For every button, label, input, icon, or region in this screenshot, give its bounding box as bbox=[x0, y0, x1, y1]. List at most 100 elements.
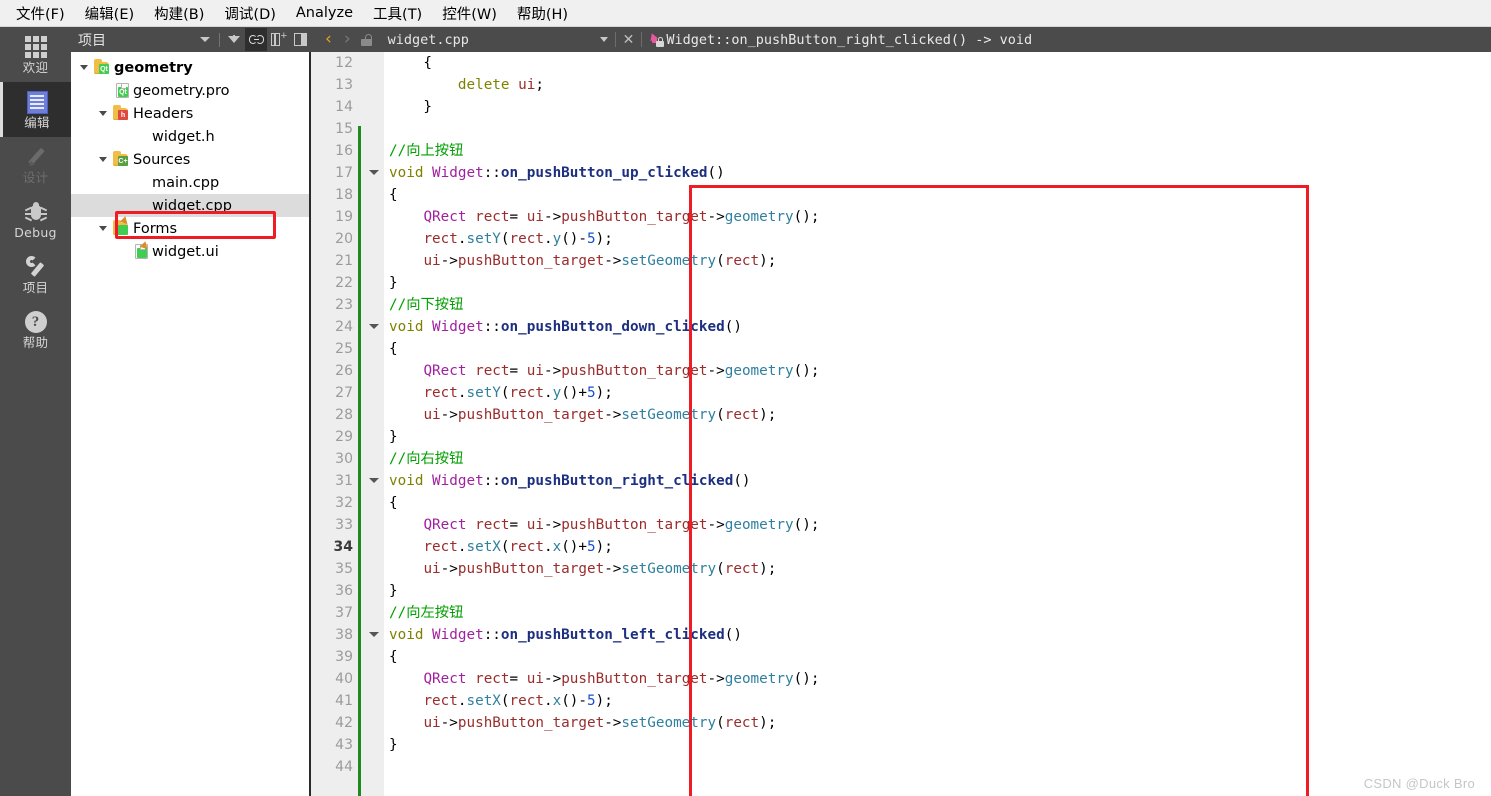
tree-expander[interactable] bbox=[94, 226, 112, 231]
filter-tree-button[interactable] bbox=[223, 28, 245, 51]
menu-bar: 文件(F) 编辑(E) 构建(B) 调试(D) Analyze 工具(T) 控件(W) 帮助(… bbox=[0, 0, 1491, 27]
tree-item-Sources[interactable]: C+ Sources bbox=[71, 148, 311, 171]
fold-collapse-icon[interactable] bbox=[369, 324, 379, 329]
code-line[interactable]: 40 QRect rect= ui->pushButton_target->ge… bbox=[311, 668, 1491, 690]
code-line[interactable]: 25 { bbox=[311, 338, 1491, 360]
menu-file[interactable]: 文件(F) bbox=[6, 0, 75, 27]
tree-item-widget.cpp[interactable]: widget.cpp bbox=[71, 194, 311, 217]
document-edit-icon bbox=[26, 90, 48, 114]
code-line[interactable]: 22} bbox=[311, 272, 1491, 294]
code-line[interactable]: 30 //向右按钮 bbox=[311, 448, 1491, 470]
code-line[interactable]: 35 ui->pushButton_target->setGeometry(re… bbox=[311, 558, 1491, 580]
tree-item-widget.ui[interactable]: widget.ui bbox=[71, 240, 311, 263]
line-number: 19 bbox=[335, 209, 353, 225]
tree-expander[interactable] bbox=[94, 111, 112, 116]
menu-debug[interactable]: 调试(D) bbox=[214, 0, 285, 27]
tree-item-Forms[interactable]: Forms bbox=[71, 216, 311, 240]
code-line[interactable]: 27 rect.setY(rect.y()+5); bbox=[311, 382, 1491, 404]
code-text: rect.setY(rect.y()+5); bbox=[389, 382, 612, 404]
code-line[interactable]: 19 QRect rect= ui->pushButton_target->ge… bbox=[311, 206, 1491, 228]
file-combo-chevron-down-icon[interactable] bbox=[599, 37, 608, 42]
symbol-combobox[interactable]: Widget::on_pushButton_right_clicked() ->… bbox=[648, 31, 1032, 48]
code-line[interactable]: 13 delete ui; bbox=[311, 74, 1491, 96]
code-line[interactable]: 21 ui->pushButton_target->setGeometry(re… bbox=[311, 250, 1491, 272]
navigate-forward-button[interactable]: › bbox=[338, 31, 357, 48]
menu-edit[interactable]: 编辑(E) bbox=[75, 0, 144, 27]
code-line[interactable]: 37 //向左按钮 bbox=[311, 602, 1491, 624]
project-selector-dropdown[interactable] bbox=[194, 28, 216, 51]
unlocked-padlock-icon[interactable] bbox=[360, 33, 372, 46]
mode-button-帮助[interactable]: ? 帮助 bbox=[0, 302, 71, 357]
tree-item-geometry[interactable]: Qt geometry bbox=[71, 56, 311, 79]
code-line[interactable]: 29} bbox=[311, 426, 1491, 448]
tree-item-Headers[interactable]: h Headers bbox=[71, 102, 311, 125]
code-line[interactable]: 14 } bbox=[311, 96, 1491, 118]
code-token: (); bbox=[793, 209, 820, 225]
project-file-tree[interactable]: Qt geometry Qt geometry.pro h Headers widget.h… bbox=[71, 52, 311, 796]
code-line[interactable]: 20 rect.setY(rect.y()-5); bbox=[311, 228, 1491, 250]
tree-item-label: Forms bbox=[133, 220, 178, 237]
code-line[interactable]: 34 rect.setX(rect.x()+5); bbox=[311, 536, 1491, 558]
code-line[interactable]: 28 ui->pushButton_target->setGeometry(re… bbox=[311, 404, 1491, 426]
code-line[interactable]: 17 void Widget::on_pushButton_up_clicked(… bbox=[311, 162, 1491, 184]
mode-button-欢迎[interactable]: 欢迎 bbox=[0, 27, 71, 82]
navigate-back-button[interactable]: ‹ bbox=[319, 31, 338, 48]
menu-build[interactable]: 构建(B) bbox=[144, 0, 214, 27]
code-line[interactable]: 33 QRect rect= ui->pushButton_target->ge… bbox=[311, 514, 1491, 536]
code-token: () bbox=[707, 165, 725, 181]
fold-collapse-icon[interactable] bbox=[369, 632, 379, 637]
code-line[interactable]: 43} bbox=[311, 734, 1491, 756]
tree-item-main.cpp[interactable]: main.cpp bbox=[71, 171, 311, 194]
project-panel: 项目 Qt geometry Qt geometry.pro h Headers widge… bbox=[71, 27, 311, 796]
tree-expander[interactable] bbox=[94, 157, 112, 162]
code-token: :: bbox=[483, 627, 501, 643]
fold-collapse-icon[interactable] bbox=[369, 478, 379, 483]
code-line[interactable]: 31 void Widget::on_pushButton_right_click… bbox=[311, 470, 1491, 492]
code-token: rect bbox=[509, 693, 544, 709]
tree-item-geometry.pro[interactable]: Qt geometry.pro bbox=[71, 79, 311, 102]
code-line[interactable]: 32 { bbox=[311, 492, 1491, 514]
fold-collapse-icon[interactable] bbox=[369, 170, 379, 175]
code-line[interactable]: 26 QRect rect= ui->pushButton_target->ge… bbox=[311, 360, 1491, 382]
mode-button-编辑[interactable]: 编辑 bbox=[0, 82, 71, 137]
mode-button-Debug[interactable]: Debug bbox=[0, 192, 71, 247]
code-token: rect bbox=[724, 407, 760, 423]
code-line[interactable]: 36} bbox=[311, 580, 1491, 602]
code-line[interactable]: 18 { bbox=[311, 184, 1491, 206]
code-token: = bbox=[509, 517, 527, 533]
mode-button-项目[interactable]: 项目 bbox=[0, 247, 71, 302]
code-line[interactable]: 16 //向上按钮 bbox=[311, 140, 1491, 162]
close-document-button[interactable]: ✕ bbox=[623, 31, 635, 48]
code-line[interactable]: 44 bbox=[311, 756, 1491, 778]
code-line[interactable]: 38 void Widget::on_pushButton_left_clicke… bbox=[311, 624, 1491, 646]
code-line[interactable]: 41 rect.setX(rect.x()-5); bbox=[311, 690, 1491, 712]
synchronize-selection-button[interactable] bbox=[245, 28, 267, 51]
code-line[interactable]: 12 { bbox=[311, 52, 1491, 74]
close-sidebar-button[interactable] bbox=[289, 28, 311, 51]
menu-tools[interactable]: 工具(T) bbox=[363, 0, 432, 27]
line-number: 31 bbox=[335, 473, 353, 489]
code-line[interactable]: 15 bbox=[311, 118, 1491, 140]
code-token: //向上按钮 bbox=[389, 143, 464, 159]
menu-window[interactable]: 控件(W) bbox=[432, 0, 507, 27]
menu-help[interactable]: 帮助(H) bbox=[507, 0, 578, 27]
open-file-combobox[interactable]: widget.cpp bbox=[388, 32, 598, 48]
code-token: :: bbox=[483, 319, 501, 335]
code-token: //向左按钮 bbox=[389, 605, 464, 621]
code-line[interactable]: 42 ui->pushButton_target->setGeometry(re… bbox=[311, 712, 1491, 734]
mode-button-设计[interactable]: 设计 bbox=[0, 137, 71, 192]
chevron-down-icon bbox=[200, 37, 210, 42]
tree-expander[interactable] bbox=[75, 65, 93, 70]
tree-item-widget.h[interactable]: widget.h bbox=[71, 125, 311, 148]
code-token: -> bbox=[707, 671, 725, 687]
code-line[interactable]: 39 { bbox=[311, 646, 1491, 668]
code-text-region[interactable]: 12 {13 delete ui; 14 } 15 16//向上按钮 17 void Wi… bbox=[311, 52, 1491, 796]
menu-analyze[interactable]: Analyze bbox=[286, 2, 363, 24]
code-line[interactable]: 23 //向下按钮 bbox=[311, 294, 1491, 316]
split-view-button[interactable] bbox=[267, 28, 289, 51]
line-number: 36 bbox=[335, 583, 353, 599]
code-lines[interactable]: 12 {13 delete ui; 14 } 15 16//向上按钮 17 void Wi… bbox=[311, 52, 1491, 778]
code-line[interactable]: 24 void Widget::on_pushButton_down_clicke… bbox=[311, 316, 1491, 338]
